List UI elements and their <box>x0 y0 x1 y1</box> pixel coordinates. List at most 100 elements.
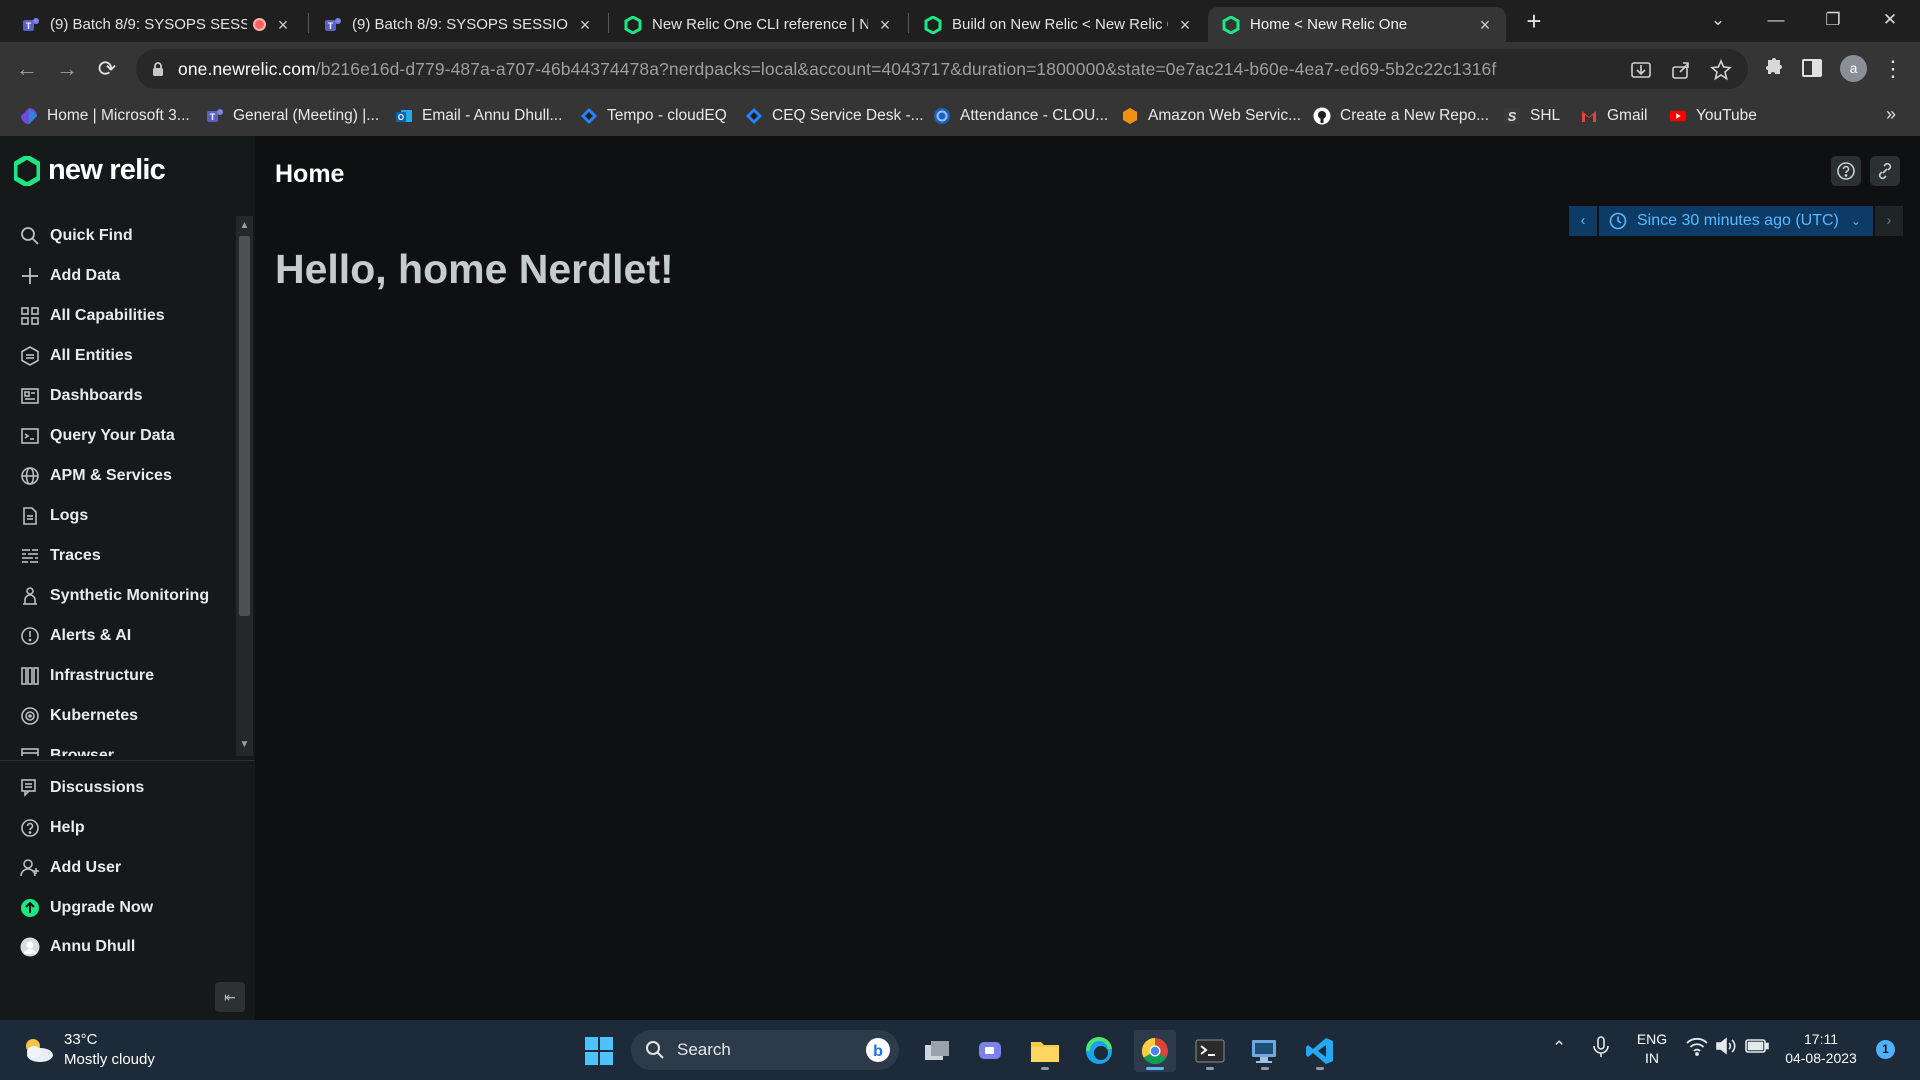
scroll-down-icon[interactable]: ▼ <box>238 738 251 751</box>
taskbar-app-remote-desktop[interactable] <box>1244 1030 1286 1072</box>
nav-item-apm-services[interactable]: APM & Services <box>0 458 232 494</box>
help-icon <box>20 818 40 838</box>
close-icon[interactable]: × <box>1476 16 1494 34</box>
browser-tab[interactable]: T (9) Batch 8/9: SYSOPS SESSI × <box>8 7 304 42</box>
nav-item-discussions[interactable]: Discussions <box>0 770 232 806</box>
browser-tab[interactable]: New Relic One CLI reference | Ne × <box>610 7 906 42</box>
nav-scrollbar[interactable]: ▲ ▼ <box>236 216 253 756</box>
extensions-icon[interactable] <box>1759 55 1785 81</box>
copy-link-button[interactable] <box>1870 156 1900 186</box>
url-text: one.newrelic.com/b216e16d-d779-487a-a707… <box>178 58 1497 79</box>
bookmarks-bar: Home | Microsoft 3... T General (Meeting… <box>0 96 1920 136</box>
scroll-thumb[interactable] <box>239 236 250 616</box>
weather-widget[interactable]: 33°C Mostly cloudy <box>20 1030 155 1070</box>
nav-item-all-entities[interactable]: All Entities <box>0 338 232 374</box>
show-hidden-icons-button[interactable]: ⌃ <box>1552 1038 1566 1058</box>
restore-button[interactable]: ❐ <box>1813 6 1853 34</box>
tab-search-icon[interactable]: ⌄ <box>1698 6 1738 34</box>
bing-icon[interactable]: b <box>865 1037 891 1063</box>
bookmark-item[interactable]: Home | Microsoft 3... <box>20 104 190 128</box>
bookmark-item[interactable]: S SHL <box>1503 104 1560 128</box>
nav-item-user-profile[interactable]: Annu Dhull <box>0 929 232 965</box>
tab-title: Home < New Relic One <box>1250 16 1408 33</box>
close-icon[interactable]: × <box>1176 16 1194 34</box>
nav-item-alerts-ai[interactable]: Alerts & AI <box>0 618 232 654</box>
nav-item-kubernetes[interactable]: Kubernetes <box>0 698 232 734</box>
minimize-button[interactable]: — <box>1756 6 1796 34</box>
bookmark-item[interactable]: O Email - Annu Dhull... <box>395 104 562 128</box>
nav-item-logs[interactable]: Logs <box>0 498 232 534</box>
taskbar-search[interactable]: Search b <box>631 1030 899 1070</box>
taskbar-app-terminal[interactable] <box>1189 1030 1231 1072</box>
taskbar-app-chrome[interactable] <box>1134 1030 1176 1072</box>
bookmark-item[interactable]: T General (Meeting) |... <box>206 104 379 128</box>
forward-button[interactable]: → <box>52 54 82 84</box>
reload-button[interactable]: ⟳ <box>92 54 122 84</box>
task-view-button[interactable] <box>916 1030 958 1072</box>
microphone-icon[interactable] <box>1592 1036 1610 1063</box>
bookmark-item[interactable]: Gmail <box>1580 104 1647 128</box>
nav-item-query-your-data[interactable]: Query Your Data <box>0 418 232 454</box>
recording-indicator <box>253 18 266 31</box>
start-button[interactable] <box>578 1030 620 1072</box>
close-icon[interactable]: × <box>274 16 292 34</box>
time-range-label: Since 30 minutes ago (UTC) <box>1637 212 1839 229</box>
time-back-button[interactable]: ‹ <box>1569 206 1597 236</box>
bookmark-star-icon[interactable] <box>1710 59 1732 81</box>
taskbar-app-teams[interactable] <box>970 1030 1012 1072</box>
wifi-icon[interactable] <box>1686 1036 1708 1061</box>
bookmark-item[interactable]: Create a New Repo... <box>1313 104 1489 128</box>
address-bar[interactable]: one.newrelic.com/b216e16d-d779-487a-a707… <box>136 49 1748 89</box>
bookmark-item[interactable]: Amazon Web Servic... <box>1121 104 1301 128</box>
notification-badge[interactable]: 1 <box>1876 1040 1895 1059</box>
cloudy-weather-icon <box>26 1039 53 1062</box>
nav-item-infrastructure[interactable]: Infrastructure <box>0 658 232 694</box>
time-range-selector[interactable]: Since 30 minutes ago (UTC) ⌄ <box>1599 206 1873 236</box>
nav-item-all-capabilities[interactable]: All Capabilities <box>0 298 232 334</box>
nav-item-add-data[interactable]: Add Data <box>0 258 232 294</box>
nav-item-quick-find[interactable]: Quick Find <box>0 218 232 254</box>
language-indicator[interactable]: ENG IN <box>1630 1030 1674 1068</box>
battery-icon[interactable] <box>1745 1037 1769 1060</box>
nav-item-upgrade-now[interactable]: Upgrade Now <box>0 890 232 926</box>
close-icon[interactable]: × <box>876 16 894 34</box>
nav-item-add-user[interactable]: Add User <box>0 850 232 886</box>
browser-icon <box>20 746 40 756</box>
bookmark-item[interactable]: Attendance - CLOU... <box>933 104 1108 128</box>
browser-tab[interactable]: Build on New Relic < New Relic C × <box>910 7 1206 42</box>
newrelic-logo[interactable]: new relic <box>14 154 166 187</box>
taskbar-app-vscode[interactable] <box>1299 1030 1341 1072</box>
taskbar-app-file-explorer[interactable] <box>1024 1030 1066 1072</box>
menu-icon[interactable]: ⋮ <box>1878 54 1908 84</box>
close-window-button[interactable]: ✕ <box>1870 6 1910 34</box>
nav-item-dashboards[interactable]: Dashboards <box>0 378 232 414</box>
kubernetes-icon <box>20 706 40 726</box>
taskbar-app-edge[interactable] <box>1078 1030 1120 1072</box>
nav-item-synthetic-monitoring[interactable]: Synthetic Monitoring <box>0 578 232 614</box>
more-bookmarks-icon[interactable]: » <box>1886 104 1896 125</box>
nav-item-traces[interactable]: Traces <box>0 538 232 574</box>
windows-taskbar: 33°C Mostly cloudy Search b ⌃ ENG IN 17:… <box>0 1020 1920 1080</box>
browser-tab[interactable]: T (9) Batch 8/9: SYSOPS SESSIONS × <box>310 7 606 42</box>
side-panel-icon[interactable] <box>1799 55 1825 81</box>
bookmark-item[interactable]: YouTube <box>1669 104 1757 128</box>
bookmark-item[interactable]: Tempo - cloudEQ <box>580 104 727 128</box>
new-tab-button[interactable]: + <box>1520 8 1548 36</box>
back-button[interactable]: ← <box>12 54 42 84</box>
help-button[interactable] <box>1831 156 1861 186</box>
nav-item-help[interactable]: Help <box>0 810 232 846</box>
share-icon[interactable] <box>1670 59 1692 81</box>
close-icon[interactable]: × <box>576 16 594 34</box>
nav-item-browser[interactable]: Browser <box>0 738 232 756</box>
newrelic-app: new relic Quick Find Add Data All Capabi… <box>0 136 1920 1020</box>
install-app-icon[interactable] <box>1630 59 1652 81</box>
bookmark-item[interactable]: CEQ Service Desk -... <box>745 104 924 128</box>
collapse-sidebar-button[interactable]: ⇤ <box>215 982 245 1012</box>
profile-avatar[interactable]: a <box>1840 55 1867 82</box>
time-forward-button[interactable]: › <box>1874 206 1903 236</box>
nav-list[interactable]: Quick Find Add Data All Capabilities All… <box>0 216 255 756</box>
volume-icon[interactable] <box>1715 1036 1737 1061</box>
clock[interactable]: 17:11 04-08-2023 <box>1778 1030 1864 1068</box>
scroll-up-icon[interactable]: ▲ <box>238 219 251 232</box>
browser-tab-active[interactable]: Home < New Relic One × <box>1208 7 1506 42</box>
